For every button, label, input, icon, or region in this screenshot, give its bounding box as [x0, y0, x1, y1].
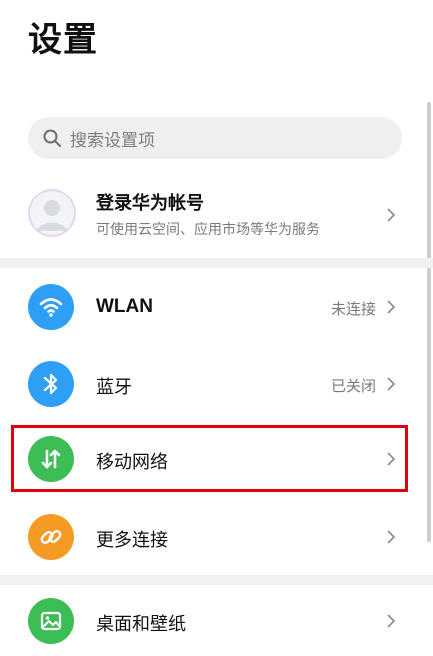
chevron-right-icon	[387, 300, 396, 314]
avatar-icon	[28, 189, 76, 237]
wifi-icon	[28, 284, 74, 330]
row-label: 更多连接	[96, 530, 168, 551]
search-placeholder: 搜索设置项	[70, 130, 155, 151]
chevron-right-icon	[387, 377, 396, 391]
search-bar[interactable]: 搜索设置项	[28, 117, 402, 159]
chevron-right-icon	[387, 614, 396, 628]
chevron-right-icon	[387, 530, 396, 544]
section-divider	[0, 258, 433, 268]
section-divider	[0, 575, 433, 585]
settings-row-wlan[interactable]: WLAN 未连接	[0, 272, 420, 342]
scrollbar[interactable]	[427, 102, 431, 542]
page-title: 设置	[28, 20, 98, 60]
link-icon	[28, 514, 74, 560]
wallpaper-icon	[28, 598, 74, 644]
row-label: 桌面和壁纸	[96, 614, 186, 635]
chevron-right-icon	[387, 208, 396, 222]
row-label: WLAN	[96, 296, 153, 317]
settings-row-bluetooth[interactable]: 蓝牙 已关闭	[0, 349, 420, 419]
settings-row-more-connections[interactable]: 更多连接	[0, 502, 420, 572]
row-status: 未连接	[330, 300, 376, 318]
account-subtitle: 可使用云空间、应用市场等华为服务	[96, 222, 320, 238]
account-title: 登录华为帐号	[96, 193, 204, 214]
search-icon	[43, 129, 61, 147]
row-label: 蓝牙	[96, 377, 132, 398]
bluetooth-icon	[28, 361, 74, 407]
row-status: 已关闭	[330, 377, 376, 395]
highlight-annotation-box	[11, 425, 408, 492]
settings-row-desktop-wallpaper[interactable]: 桌面和壁纸	[0, 586, 420, 656]
account-login-row[interactable]: 登录华为帐号 可使用云空间、应用市场等华为服务	[0, 183, 420, 249]
